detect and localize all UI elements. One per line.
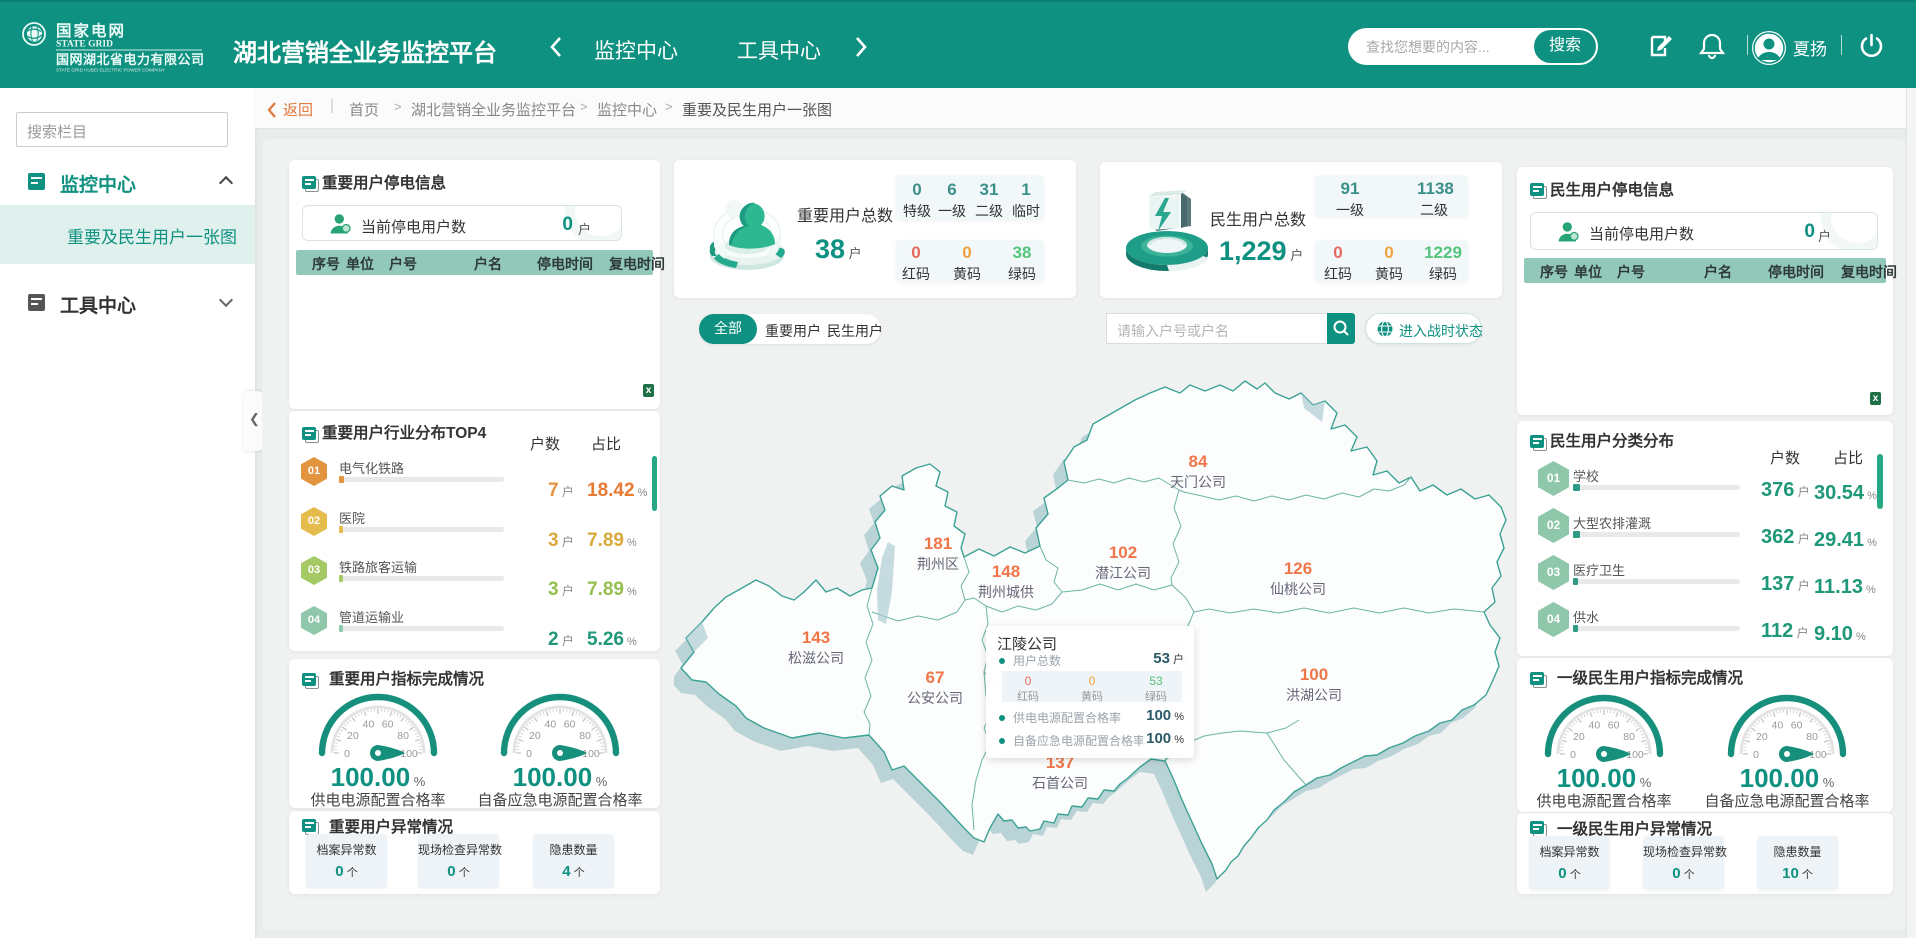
svg-text:0: 0 xyxy=(526,748,532,760)
svg-text:40: 40 xyxy=(545,719,557,731)
svg-text:0: 0 xyxy=(344,748,350,760)
svg-text:20: 20 xyxy=(1573,731,1585,743)
svg-text:20: 20 xyxy=(1756,731,1768,743)
svg-text:国家电网: 国家电网 xyxy=(56,21,126,40)
svg-text:60: 60 xyxy=(382,719,394,731)
svg-text:STATE GRID HUBEI ELECTRIC POWE: STATE GRID HUBEI ELECTRIC POWER COMPANY xyxy=(56,68,165,73)
svg-text:0: 0 xyxy=(1753,749,1759,761)
svg-text:80: 80 xyxy=(1623,731,1635,743)
svg-text:60: 60 xyxy=(1608,720,1620,732)
svg-text:60: 60 xyxy=(1791,720,1803,732)
svg-text:40: 40 xyxy=(1589,720,1601,732)
svg-text:20: 20 xyxy=(347,730,359,742)
svg-text:80: 80 xyxy=(397,730,409,742)
svg-text:40: 40 xyxy=(1772,720,1784,732)
svg-text:20: 20 xyxy=(529,730,541,742)
svg-text:60: 60 xyxy=(564,719,576,731)
svg-text:国网湖北省电力有限公司: 国网湖北省电力有限公司 xyxy=(56,52,205,67)
svg-text:0: 0 xyxy=(1570,749,1576,761)
svg-text:STATE GRID: STATE GRID xyxy=(56,40,113,50)
svg-text:40: 40 xyxy=(363,719,375,731)
svg-text:80: 80 xyxy=(1806,731,1818,743)
svg-text:80: 80 xyxy=(579,730,591,742)
